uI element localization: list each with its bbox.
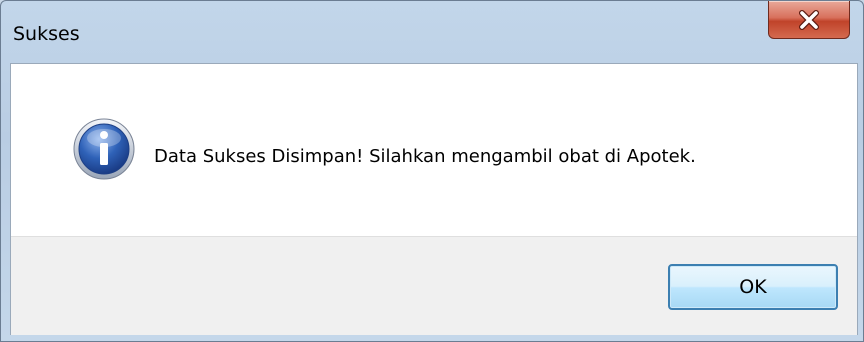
dialog-titlebar[interactable]: Sukses — [1, 1, 863, 63]
ok-button[interactable]: OK — [668, 264, 838, 310]
dialog-content: Data Sukses Disimpan! Silahkan mengambil… — [10, 63, 858, 335]
close-button[interactable] — [768, 1, 850, 39]
dialog-message: Data Sukses Disimpan! Silahkan mengambil… — [154, 146, 696, 167]
message-dialog: Sukses Data Sukses Disimpan! Silahkan me… — [0, 0, 864, 342]
close-icon — [799, 9, 819, 30]
info-icon — [73, 118, 135, 180]
dialog-title: Sukses — [13, 23, 80, 45]
button-bar: OK — [11, 236, 857, 335]
message-area: Data Sukses Disimpan! Silahkan mengambil… — [11, 64, 857, 236]
